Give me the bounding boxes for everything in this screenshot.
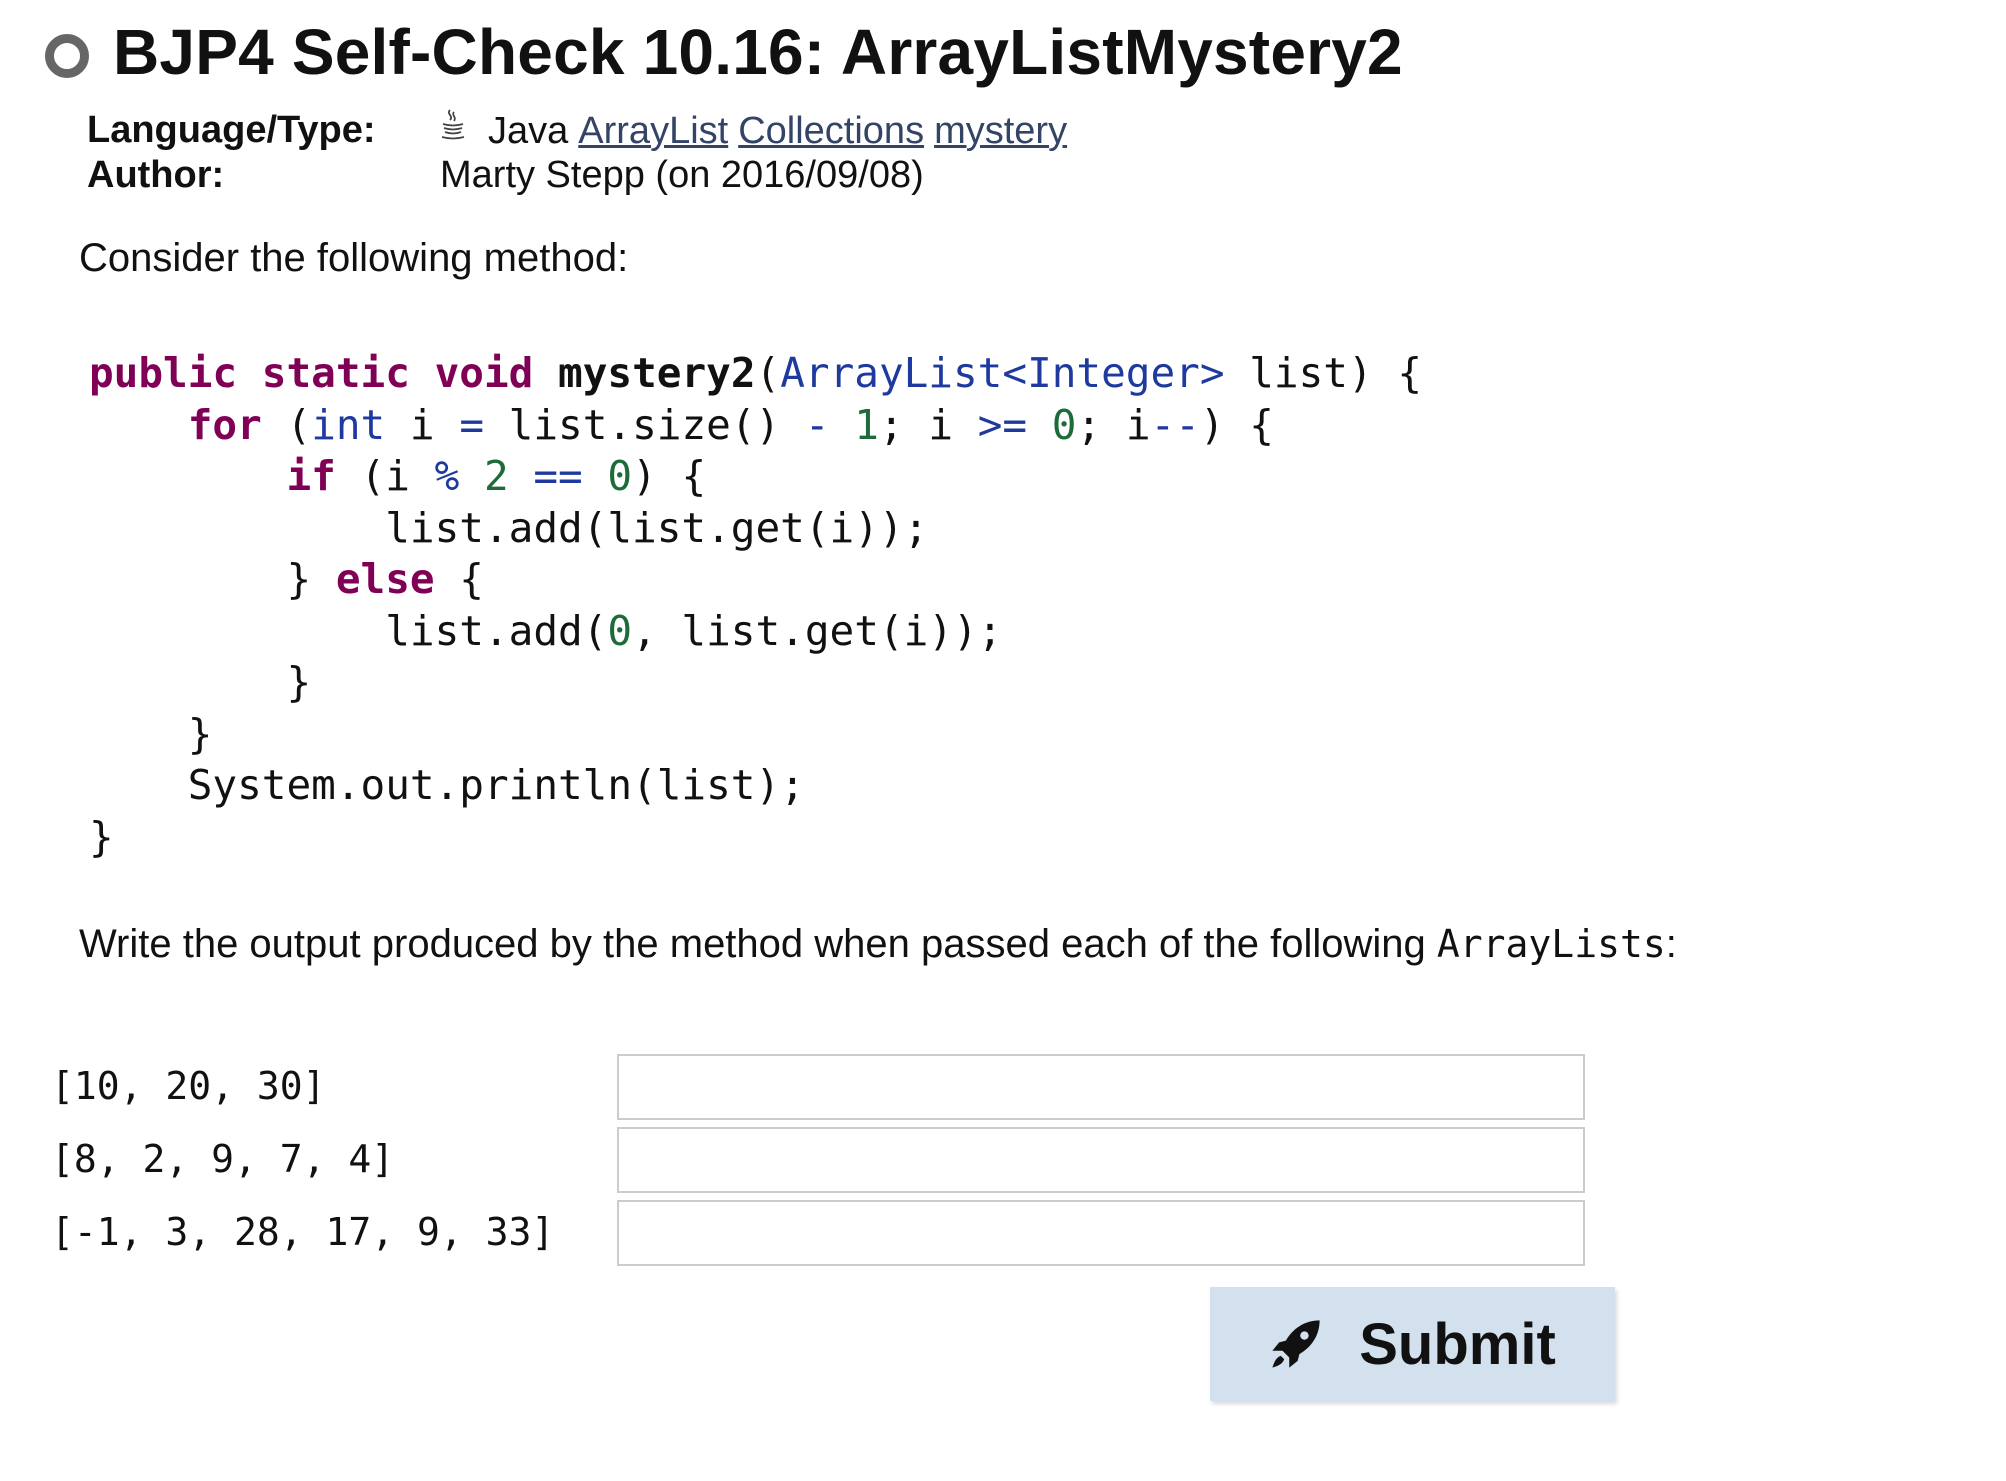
code-line: if (i % 2 == 0) { xyxy=(286,452,707,500)
code-line: public static void mystery2(ArrayList<In… xyxy=(89,349,1423,397)
language-row: Language/Type: Java ArrayList Collection… xyxy=(87,108,1067,153)
answer-label: [8, 2, 9, 7, 4] xyxy=(51,1137,395,1181)
instruction-text: Write the output produced by the method … xyxy=(79,920,1677,968)
answer-label: [-1, 3, 28, 17, 9, 33] xyxy=(51,1210,555,1254)
answer-row: [8, 2, 9, 7, 4] xyxy=(51,1127,1591,1195)
instruction-code: ArrayLists xyxy=(1436,922,1666,966)
answer-input-3[interactable] xyxy=(617,1200,1585,1266)
answer-row: [-1, 3, 28, 17, 9, 33] xyxy=(51,1200,1591,1268)
language-label: Language/Type: xyxy=(87,109,376,151)
submit-button[interactable]: Submit xyxy=(1210,1287,1615,1401)
instruction-text-after: : xyxy=(1665,922,1677,966)
code-line: } else { xyxy=(89,555,484,603)
answer-label: [10, 20, 30] xyxy=(51,1064,326,1108)
status-circle-icon xyxy=(45,34,89,78)
page-title: BJP4 Self-Check 10.16: ArrayListMystery2 xyxy=(113,16,1403,88)
java-cup-icon xyxy=(440,108,468,153)
instruction-text-before: Write the output produced by the method … xyxy=(79,922,1437,966)
author-label: Author: xyxy=(87,154,225,196)
problem-header: BJP4 Self-Check 10.16: ArrayListMystery2 xyxy=(45,14,1403,90)
language-value-group: Java ArrayList Collections mystery xyxy=(440,108,1067,153)
answer-input-1[interactable] xyxy=(617,1054,1585,1120)
intro-text: Consider the following method: xyxy=(79,236,629,280)
code-line: list.add(list.get(i)); xyxy=(89,503,929,552)
answer-row: [10, 20, 30] xyxy=(51,1054,1591,1122)
problem-meta: Language/Type: Java ArrayList Collection… xyxy=(87,108,1067,197)
submit-label: Submit xyxy=(1359,1311,1556,1377)
code-line: } xyxy=(89,658,312,706)
code-line: } xyxy=(89,709,213,758)
tag-link-collections[interactable]: Collections xyxy=(738,109,924,153)
code-line: System.out.println(list); xyxy=(89,761,805,809)
page: BJP4 Self-Check 10.16: ArrayListMystery2… xyxy=(0,0,2006,1481)
code-block: public static void mystery2(ArrayList<In… xyxy=(89,348,1422,863)
language-value: Java xyxy=(488,109,569,152)
author-value: Marty Stepp (on 2016/09/08) xyxy=(440,154,924,196)
answer-input-2[interactable] xyxy=(617,1127,1585,1193)
tag-link-mystery[interactable]: mystery xyxy=(934,109,1067,153)
code-line: } xyxy=(89,812,114,861)
author-row: Author: Marty Stepp (on 2016/09/08) xyxy=(87,153,1067,197)
tag-link-arraylist[interactable]: ArrayList xyxy=(578,109,728,153)
code-line: list.add(0, list.get(i)); xyxy=(89,606,1003,655)
rocket-icon xyxy=(1272,1320,1320,1368)
code-line: for (int i = list.size() - 1; i >= 0; i-… xyxy=(187,400,1274,449)
